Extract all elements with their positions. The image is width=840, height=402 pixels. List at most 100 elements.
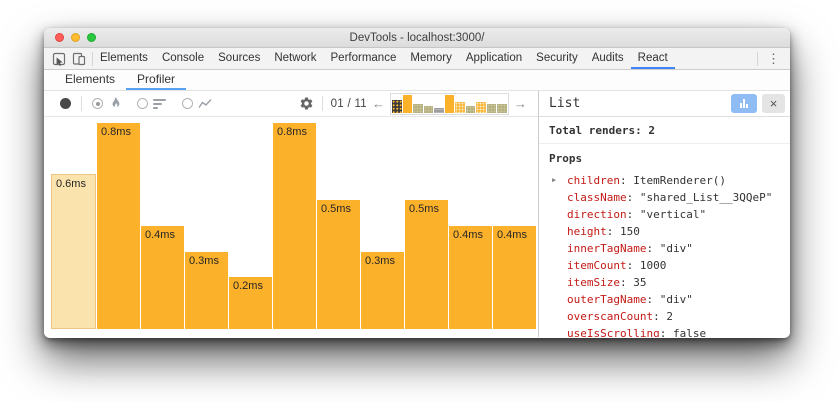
prop-row-direction: direction: "vertical" xyxy=(539,206,790,223)
tabbar-left-icons xyxy=(44,48,92,69)
commit-bar[interactable]: 0.4ms xyxy=(493,226,536,329)
minimap-snapshot-bar[interactable] xyxy=(403,95,413,113)
tab-application[interactable]: Application xyxy=(459,48,529,69)
prop-key: height xyxy=(567,225,607,238)
prop-key: innerTagName xyxy=(567,242,646,255)
interactions-radio[interactable] xyxy=(182,98,193,109)
tab-react[interactable]: React xyxy=(631,48,675,69)
commit-bar[interactable]: 0.4ms xyxy=(449,226,492,329)
tab-audits[interactable]: Audits xyxy=(585,48,631,69)
bar-duration-label: 0.3ms xyxy=(365,255,395,267)
prop-row-className: className: "shared_List__3QQeP" xyxy=(539,189,790,206)
commit-bar[interactable]: 0.6ms xyxy=(51,174,96,329)
minimap-snapshot-bar[interactable] xyxy=(424,106,434,113)
flamegraph-radio[interactable] xyxy=(92,98,103,109)
commit-bar[interactable]: 0.5ms xyxy=(317,200,360,329)
profiler-chart: 0.6ms 0.8ms 0.4ms 0.3ms 0.2ms 0.8ms 0.5ms 0.3ms… xyxy=(44,117,538,337)
bar-duration-label: 0.4ms xyxy=(145,229,175,241)
props-section: Props ▶children: ItemRenderer()className… xyxy=(539,144,790,337)
minimap-snapshot-bar[interactable] xyxy=(392,100,402,113)
bar-duration-label: 0.8ms xyxy=(101,126,131,138)
inspect-element-icon[interactable] xyxy=(52,52,66,66)
react-subtabbar: ElementsProfiler xyxy=(44,70,790,91)
tab-console[interactable]: Console xyxy=(155,48,211,69)
view-component-chart-button[interactable] xyxy=(731,94,757,113)
bar-duration-label: 0.3ms xyxy=(189,255,219,267)
tab-network[interactable]: Network xyxy=(267,48,323,69)
prop-key: direction xyxy=(567,208,627,221)
devtools-tabbar: ElementsConsoleSourcesNetworkPerformance… xyxy=(44,48,790,70)
prop-value: false xyxy=(673,327,706,337)
commit-bar[interactable]: 0.4ms xyxy=(141,226,184,329)
bar-duration-label: 0.2ms xyxy=(233,280,263,292)
prop-value: 2 xyxy=(666,310,673,323)
bar-duration-label: 0.5ms xyxy=(321,203,351,215)
flamegraph-mode-option[interactable] xyxy=(92,97,121,110)
record-icon[interactable] xyxy=(60,98,71,109)
commit-bar[interactable]: 0.8ms xyxy=(97,123,140,329)
close-icon: × xyxy=(770,97,778,110)
subtab-elements[interactable]: Elements xyxy=(54,70,126,90)
interactions-mode-option[interactable] xyxy=(182,98,212,110)
minimap-snapshot-bar[interactable] xyxy=(445,95,455,113)
ranked-mode-option[interactable] xyxy=(137,98,166,109)
ranked-chart-icon xyxy=(153,99,166,109)
profiler-toolbar: 01 / 11 ← → xyxy=(44,91,538,117)
devtools-tabs: ElementsConsoleSourcesNetworkPerformance… xyxy=(93,48,675,69)
window-title: DevTools - localhost:3000/ xyxy=(44,32,790,44)
more-options-icon[interactable]: ⋮ xyxy=(765,52,782,65)
prop-value: "div" xyxy=(660,242,693,255)
tab-elements[interactable]: Elements xyxy=(93,48,155,69)
commit-bar[interactable]: 0.2ms xyxy=(229,277,272,329)
toolbar-separator xyxy=(81,96,82,111)
minimap-snapshot-bar[interactable] xyxy=(455,102,465,113)
previous-snapshot-icon[interactable]: ← xyxy=(367,96,390,111)
minimap-snapshot-bar[interactable] xyxy=(466,106,476,113)
next-snapshot-icon[interactable]: → xyxy=(509,96,532,111)
gear-icon[interactable] xyxy=(299,96,314,111)
snapshot-minimap[interactable] xyxy=(390,93,509,115)
close-details-button[interactable]: × xyxy=(762,94,785,113)
component-details-panel: List × Total renders: 2 Props ▶children:… xyxy=(538,91,790,337)
tab-performance[interactable]: Performance xyxy=(324,48,404,69)
total-renders: Total renders: 2 xyxy=(539,117,790,144)
component-name: List xyxy=(539,96,731,111)
prop-row-children[interactable]: ▶children: ItemRenderer() xyxy=(539,172,790,189)
minimap-snapshot-bar[interactable] xyxy=(497,104,507,113)
device-toolbar-icon[interactable] xyxy=(72,52,86,66)
minimap-snapshot-bar[interactable] xyxy=(476,102,486,113)
bar-duration-label: 0.6ms xyxy=(56,178,86,190)
bar-duration-label: 0.4ms xyxy=(453,229,483,241)
commit-bar[interactable]: 0.3ms xyxy=(185,252,228,329)
tab-memory[interactable]: Memory xyxy=(403,48,459,69)
prop-row-useIsScrolling: useIsScrolling: false xyxy=(539,325,790,337)
total-renders-value: 2 xyxy=(648,124,655,137)
prop-row-itemSize: itemSize: 35 xyxy=(539,274,790,291)
snapshot-counter: 01 / 11 xyxy=(331,98,367,110)
minimap-snapshot-bar[interactable] xyxy=(434,108,444,113)
prop-value: "vertical" xyxy=(640,208,706,221)
minimap-snapshot-bar[interactable] xyxy=(487,104,497,113)
bar-duration-label: 0.5ms xyxy=(409,203,439,215)
prop-row-innerTagName: innerTagName: "div" xyxy=(539,240,790,257)
profiler-main: 01 / 11 ← → 0.6ms 0.8ms 0.4ms 0.3ms 0.2ms 0.8… xyxy=(44,91,538,337)
props-list: ▶children: ItemRenderer()className: "sha… xyxy=(539,172,790,337)
bar-chart-icon xyxy=(740,99,748,108)
prop-key: itemCount xyxy=(567,259,627,272)
tab-sources[interactable]: Sources xyxy=(211,48,267,69)
commit-bar[interactable]: 0.5ms xyxy=(405,200,448,329)
tabbar-separator-right xyxy=(757,52,758,66)
commit-bar[interactable]: 0.8ms xyxy=(273,123,316,329)
subtab-profiler[interactable]: Profiler xyxy=(126,70,186,90)
tab-security[interactable]: Security xyxy=(529,48,585,69)
prop-value: ItemRenderer() xyxy=(633,174,726,187)
prop-row-overscanCount: overscanCount: 2 xyxy=(539,308,790,325)
expand-icon[interactable]: ▶ xyxy=(552,172,556,189)
ranked-radio[interactable] xyxy=(137,98,148,109)
minimap-snapshot-bar[interactable] xyxy=(413,104,423,113)
prop-key: outerTagName xyxy=(567,293,646,306)
commit-bar[interactable]: 0.3ms xyxy=(361,252,404,329)
prop-row-itemCount: itemCount: 1000 xyxy=(539,257,790,274)
profiler-split: 01 / 11 ← → 0.6ms 0.8ms 0.4ms 0.3ms 0.2ms 0.8… xyxy=(44,91,790,337)
total-renders-label: Total renders: xyxy=(549,124,642,137)
